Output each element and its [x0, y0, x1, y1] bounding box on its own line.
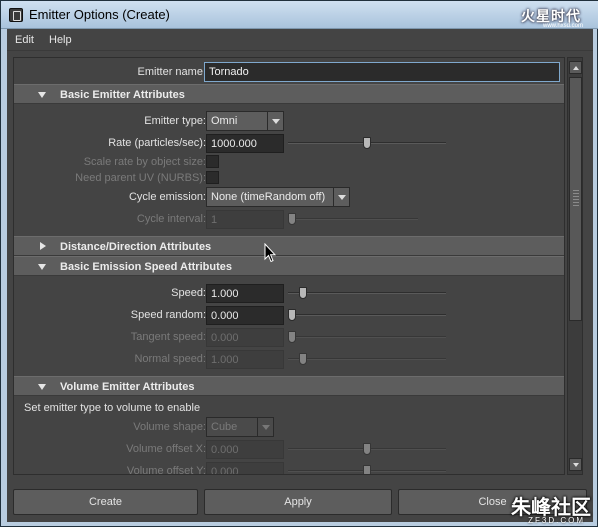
vertical-scrollbar[interactable] — [567, 57, 583, 475]
volume-note-text: Set emitter type to volume to enable — [24, 402, 201, 414]
cycle-emission-label: Cycle emission: — [128, 191, 206, 203]
section-title: Distance/Direction Attributes — [60, 241, 212, 253]
chevron-down-icon — [333, 188, 349, 206]
speed-random-slider[interactable] — [288, 309, 446, 321]
need-parent-uv-checkbox[interactable] — [206, 171, 219, 184]
normal-speed-slider[interactable] — [288, 353, 446, 365]
speed-input[interactable]: 1.000 — [206, 284, 284, 303]
emitter-type-row: Emitter type: Omni — [14, 111, 564, 132]
collapse-triangle-icon[interactable] — [38, 384, 46, 390]
emitter-name-label: Emitter name: — [137, 66, 206, 78]
normal-speed-slider-handle[interactable] — [299, 353, 307, 365]
section-title: Basic Emission Speed Attributes — [60, 261, 232, 273]
scale-rate-label: Scale rate by object size: — [83, 156, 206, 168]
create-button[interactable]: Create — [13, 489, 198, 515]
tangent-speed-input[interactable]: 0.000 — [206, 328, 284, 347]
speed-label: Speed: — [171, 287, 206, 299]
emitter-name-row: Emitter name: Tornado — [14, 62, 564, 83]
dialog-client-area: Edit Help Emitter name: Tornado Basic Em… — [7, 29, 593, 522]
chevron-down-icon — [267, 112, 283, 130]
title-bar[interactable]: Emitter Options (Create) 火星时代 www.hxsd.c… — [1, 1, 598, 29]
maya-app-icon — [9, 8, 23, 22]
section-title: Volume Emitter Attributes — [60, 381, 195, 393]
expand-triangle-icon[interactable] — [40, 242, 46, 250]
speed-slider-handle[interactable] — [299, 287, 307, 299]
cycle-interval-label: Cycle interval: — [136, 213, 206, 225]
tangent-speed-label: Tangent speed: — [130, 331, 206, 343]
section-emission-speed[interactable]: Basic Emission Speed Attributes — [14, 256, 564, 276]
emitter-name-input[interactable]: Tornado — [204, 62, 560, 82]
volume-offset-x-input[interactable]: 0.000 — [206, 440, 284, 459]
section-distance-direction[interactable]: Distance/Direction Attributes — [14, 236, 564, 256]
volume-offset-x-slider[interactable] — [288, 443, 446, 455]
volume-offset-y-slider[interactable] — [288, 465, 446, 474]
speed-random-slider-handle[interactable] — [288, 309, 296, 321]
need-parent-uv-row: Need parent UV (NURBS): — [14, 168, 564, 189]
emitter-type-label: Emitter type: — [144, 115, 206, 127]
tangent-speed-slider-handle[interactable] — [288, 331, 296, 343]
speed-random-label: Speed random: — [130, 309, 206, 321]
cycle-emission-value: None (timeRandom off) — [211, 191, 326, 203]
cycle-interval-row: Cycle interval: 1 — [14, 209, 564, 230]
cycle-interval-slider[interactable] — [288, 213, 418, 225]
section-title: Basic Emitter Attributes — [60, 89, 185, 101]
chevron-down-icon — [257, 418, 273, 436]
menu-help[interactable]: Help — [49, 34, 72, 46]
volume-offset-x-label: Volume offset X: — [126, 443, 206, 455]
collapse-triangle-icon[interactable] — [38, 264, 46, 270]
cycle-interval-slider-handle[interactable] — [288, 213, 296, 225]
speed-row: Speed: 1.000 — [14, 283, 564, 304]
scrollbar-thumb[interactable] — [569, 77, 582, 321]
options-scroll-area[interactable]: Emitter name: Tornado Basic Emitter Attr… — [13, 57, 565, 475]
window-title: Emitter Options (Create) — [29, 7, 170, 22]
speed-random-input[interactable]: 0.000 — [206, 306, 284, 325]
speed-random-row: Speed random: 0.000 — [14, 305, 564, 326]
rate-slider-handle[interactable] — [363, 137, 371, 149]
normal-speed-label: Normal speed: — [134, 353, 206, 365]
menu-edit[interactable]: Edit — [15, 34, 34, 46]
volume-shape-row: Volume shape: Cube — [14, 417, 564, 438]
emitter-type-dropdown[interactable]: Omni — [206, 111, 284, 131]
rate-slider[interactable] — [288, 137, 446, 149]
volume-shape-dropdown[interactable]: Cube — [206, 417, 274, 437]
rate-input[interactable]: 1000.000 — [206, 134, 284, 153]
rate-row: Rate (particles/sec): 1000.000 — [14, 133, 564, 154]
volume-offset-y-row: Volume offset Y: 0.000 — [14, 461, 564, 475]
need-parent-uv-label: Need parent UV (NURBS): — [75, 172, 206, 184]
apply-button[interactable]: Apply — [204, 489, 392, 515]
scroll-up-arrow-icon[interactable] — [569, 61, 582, 74]
cycle-interval-input[interactable]: 1 — [206, 210, 284, 229]
scroll-down-arrow-icon[interactable] — [569, 458, 582, 471]
volume-offset-y-slider-handle[interactable] — [363, 465, 371, 474]
rate-label: Rate (particles/sec): — [108, 137, 206, 149]
footer-watermark-site: ZF3D.COM — [528, 516, 585, 525]
emitter-type-value: Omni — [211, 115, 238, 127]
window-frame: Emitter Options (Create) 火星时代 www.hxsd.c… — [0, 0, 598, 527]
section-volume-emitter[interactable]: Volume Emitter Attributes — [14, 376, 564, 396]
volume-shape-label: Volume shape: — [133, 421, 206, 433]
tangent-speed-slider[interactable] — [288, 331, 446, 343]
normal-speed-input[interactable]: 1.000 — [206, 350, 284, 369]
volume-shape-value: Cube — [211, 421, 238, 433]
volume-offset-y-input[interactable]: 0.000 — [206, 462, 284, 474]
volume-offset-x-row: Volume offset X: 0.000 — [14, 439, 564, 460]
grip-icon — [573, 190, 579, 206]
cycle-emission-dropdown[interactable]: None (timeRandom off) — [206, 187, 350, 207]
normal-speed-row: Normal speed: 1.000 — [14, 349, 564, 370]
volume-offset-y-label: Volume offset Y: — [126, 465, 206, 475]
collapse-triangle-icon[interactable] — [38, 92, 46, 98]
scale-rate-checkbox[interactable] — [206, 155, 219, 168]
speed-slider[interactable] — [288, 287, 446, 299]
menu-bar: Edit Help — [7, 29, 593, 51]
section-basic-emitter[interactable]: Basic Emitter Attributes — [14, 84, 564, 104]
tangent-speed-row: Tangent speed: 0.000 — [14, 327, 564, 348]
volume-offset-x-slider-handle[interactable] — [363, 443, 371, 455]
cycle-emission-row: Cycle emission: None (timeRandom off) — [14, 187, 564, 208]
